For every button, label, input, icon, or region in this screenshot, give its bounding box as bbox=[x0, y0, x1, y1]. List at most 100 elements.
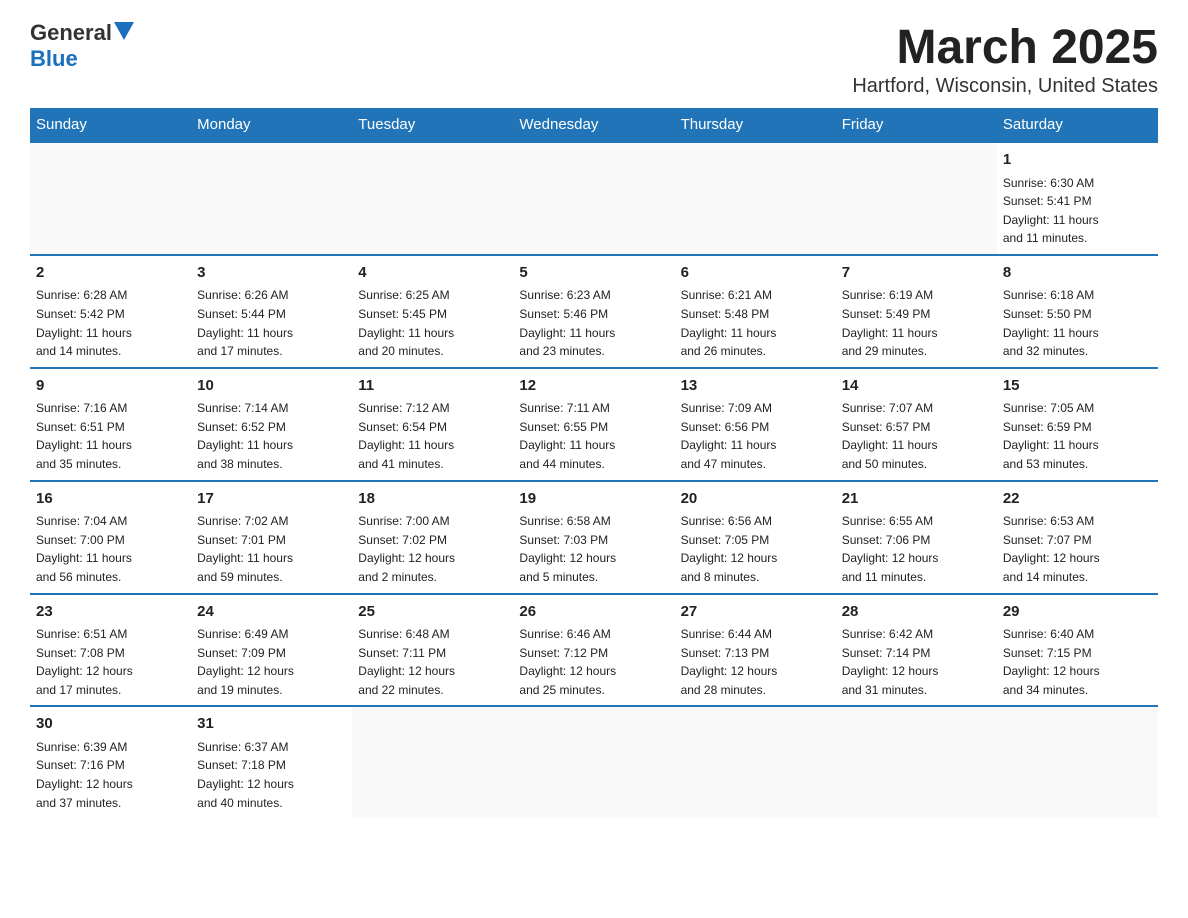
day-number: 10 bbox=[197, 375, 346, 398]
calendar-day-cell: 19Sunrise: 6:58 AMSunset: 7:03 PMDayligh… bbox=[513, 481, 674, 594]
day-info: Sunrise: 6:37 AMSunset: 7:18 PMDaylight:… bbox=[197, 738, 346, 812]
day-info: Sunrise: 6:53 AMSunset: 7:07 PMDaylight:… bbox=[1003, 512, 1152, 586]
day-number: 5 bbox=[519, 262, 668, 285]
calendar-day-cell: 11Sunrise: 7:12 AMSunset: 6:54 PMDayligh… bbox=[352, 368, 513, 481]
logo: General Blue bbox=[30, 20, 134, 72]
day-info: Sunrise: 7:02 AMSunset: 7:01 PMDaylight:… bbox=[197, 512, 346, 586]
calendar-day-cell: 2Sunrise: 6:28 AMSunset: 5:42 PMDaylight… bbox=[30, 255, 191, 368]
day-info: Sunrise: 7:14 AMSunset: 6:52 PMDaylight:… bbox=[197, 399, 346, 473]
calendar-week-row: 23Sunrise: 6:51 AMSunset: 7:08 PMDayligh… bbox=[30, 594, 1158, 707]
day-info: Sunrise: 6:23 AMSunset: 5:46 PMDaylight:… bbox=[519, 286, 668, 360]
day-of-week-header: Friday bbox=[836, 108, 997, 142]
day-of-week-header: Thursday bbox=[675, 108, 836, 142]
day-number: 16 bbox=[36, 488, 185, 511]
logo-general: General bbox=[30, 20, 112, 45]
day-info: Sunrise: 7:07 AMSunset: 6:57 PMDaylight:… bbox=[842, 399, 991, 473]
calendar-day-cell: 15Sunrise: 7:05 AMSunset: 6:59 PMDayligh… bbox=[997, 368, 1158, 481]
calendar-day-cell: 8Sunrise: 6:18 AMSunset: 5:50 PMDaylight… bbox=[997, 255, 1158, 368]
page-subtitle: Hartford, Wisconsin, United States bbox=[852, 75, 1158, 98]
day-number: 11 bbox=[358, 375, 507, 398]
day-info: Sunrise: 7:00 AMSunset: 7:02 PMDaylight:… bbox=[358, 512, 507, 586]
day-info: Sunrise: 6:30 AMSunset: 5:41 PMDaylight:… bbox=[1003, 174, 1152, 248]
calendar-day-cell: 21Sunrise: 6:55 AMSunset: 7:06 PMDayligh… bbox=[836, 481, 997, 594]
calendar-week-row: 30Sunrise: 6:39 AMSunset: 7:16 PMDayligh… bbox=[30, 706, 1158, 818]
calendar-day-cell: 4Sunrise: 6:25 AMSunset: 5:45 PMDaylight… bbox=[352, 255, 513, 368]
day-info: Sunrise: 7:04 AMSunset: 7:00 PMDaylight:… bbox=[36, 512, 185, 586]
calendar-day-cell: 29Sunrise: 6:40 AMSunset: 7:15 PMDayligh… bbox=[997, 594, 1158, 707]
day-number: 15 bbox=[1003, 375, 1152, 398]
day-number: 22 bbox=[1003, 488, 1152, 511]
calendar-week-row: 2Sunrise: 6:28 AMSunset: 5:42 PMDaylight… bbox=[30, 255, 1158, 368]
calendar-day-cell bbox=[513, 706, 674, 818]
day-number: 26 bbox=[519, 601, 668, 624]
calendar-day-cell: 9Sunrise: 7:16 AMSunset: 6:51 PMDaylight… bbox=[30, 368, 191, 481]
calendar-day-cell bbox=[997, 706, 1158, 818]
day-info: Sunrise: 6:49 AMSunset: 7:09 PMDaylight:… bbox=[197, 625, 346, 699]
day-number: 17 bbox=[197, 488, 346, 511]
calendar-day-cell: 30Sunrise: 6:39 AMSunset: 7:16 PMDayligh… bbox=[30, 706, 191, 818]
day-info: Sunrise: 6:21 AMSunset: 5:48 PMDaylight:… bbox=[681, 286, 830, 360]
calendar-body: 1Sunrise: 6:30 AMSunset: 5:41 PMDaylight… bbox=[30, 142, 1158, 818]
day-info: Sunrise: 7:05 AMSunset: 6:59 PMDaylight:… bbox=[1003, 399, 1152, 473]
calendar-day-cell bbox=[352, 142, 513, 255]
day-number: 4 bbox=[358, 262, 507, 285]
calendar-day-cell: 25Sunrise: 6:48 AMSunset: 7:11 PMDayligh… bbox=[352, 594, 513, 707]
day-info: Sunrise: 6:51 AMSunset: 7:08 PMDaylight:… bbox=[36, 625, 185, 699]
day-number: 14 bbox=[842, 375, 991, 398]
calendar-day-cell: 27Sunrise: 6:44 AMSunset: 7:13 PMDayligh… bbox=[675, 594, 836, 707]
calendar-day-cell bbox=[352, 706, 513, 818]
day-number: 3 bbox=[197, 262, 346, 285]
day-number: 28 bbox=[842, 601, 991, 624]
calendar-day-cell: 26Sunrise: 6:46 AMSunset: 7:12 PMDayligh… bbox=[513, 594, 674, 707]
day-number: 25 bbox=[358, 601, 507, 624]
calendar-week-row: 1Sunrise: 6:30 AMSunset: 5:41 PMDaylight… bbox=[30, 142, 1158, 255]
calendar-week-row: 16Sunrise: 7:04 AMSunset: 7:00 PMDayligh… bbox=[30, 481, 1158, 594]
day-info: Sunrise: 6:46 AMSunset: 7:12 PMDaylight:… bbox=[519, 625, 668, 699]
day-info: Sunrise: 6:55 AMSunset: 7:06 PMDaylight:… bbox=[842, 512, 991, 586]
day-info: Sunrise: 6:42 AMSunset: 7:14 PMDaylight:… bbox=[842, 625, 991, 699]
day-headers-row: SundayMondayTuesdayWednesdayThursdayFrid… bbox=[30, 108, 1158, 142]
day-of-week-header: Tuesday bbox=[352, 108, 513, 142]
calendar-day-cell: 10Sunrise: 7:14 AMSunset: 6:52 PMDayligh… bbox=[191, 368, 352, 481]
page-title: March 2025 bbox=[852, 20, 1158, 75]
day-number: 19 bbox=[519, 488, 668, 511]
day-info: Sunrise: 6:19 AMSunset: 5:49 PMDaylight:… bbox=[842, 286, 991, 360]
day-number: 8 bbox=[1003, 262, 1152, 285]
day-info: Sunrise: 6:18 AMSunset: 5:50 PMDaylight:… bbox=[1003, 286, 1152, 360]
day-of-week-header: Saturday bbox=[997, 108, 1158, 142]
calendar-day-cell bbox=[513, 142, 674, 255]
calendar-day-cell bbox=[30, 142, 191, 255]
day-info: Sunrise: 7:16 AMSunset: 6:51 PMDaylight:… bbox=[36, 399, 185, 473]
calendar-day-cell bbox=[836, 706, 997, 818]
day-number: 7 bbox=[842, 262, 991, 285]
calendar-day-cell: 28Sunrise: 6:42 AMSunset: 7:14 PMDayligh… bbox=[836, 594, 997, 707]
day-number: 29 bbox=[1003, 601, 1152, 624]
page-header: General Blue March 2025 Hartford, Wiscon… bbox=[30, 20, 1158, 98]
calendar-day-cell: 17Sunrise: 7:02 AMSunset: 7:01 PMDayligh… bbox=[191, 481, 352, 594]
calendar-day-cell bbox=[675, 142, 836, 255]
day-info: Sunrise: 6:26 AMSunset: 5:44 PMDaylight:… bbox=[197, 286, 346, 360]
calendar-header: SundayMondayTuesdayWednesdayThursdayFrid… bbox=[30, 108, 1158, 142]
day-info: Sunrise: 6:56 AMSunset: 7:05 PMDaylight:… bbox=[681, 512, 830, 586]
calendar-day-cell: 18Sunrise: 7:00 AMSunset: 7:02 PMDayligh… bbox=[352, 481, 513, 594]
calendar-day-cell: 6Sunrise: 6:21 AMSunset: 5:48 PMDaylight… bbox=[675, 255, 836, 368]
calendar-day-cell: 12Sunrise: 7:11 AMSunset: 6:55 PMDayligh… bbox=[513, 368, 674, 481]
day-number: 21 bbox=[842, 488, 991, 511]
calendar-day-cell: 3Sunrise: 6:26 AMSunset: 5:44 PMDaylight… bbox=[191, 255, 352, 368]
calendar-day-cell: 13Sunrise: 7:09 AMSunset: 6:56 PMDayligh… bbox=[675, 368, 836, 481]
calendar-day-cell: 20Sunrise: 6:56 AMSunset: 7:05 PMDayligh… bbox=[675, 481, 836, 594]
calendar-day-cell: 7Sunrise: 6:19 AMSunset: 5:49 PMDaylight… bbox=[836, 255, 997, 368]
day-info: Sunrise: 7:11 AMSunset: 6:55 PMDaylight:… bbox=[519, 399, 668, 473]
calendar-day-cell: 5Sunrise: 6:23 AMSunset: 5:46 PMDaylight… bbox=[513, 255, 674, 368]
day-number: 23 bbox=[36, 601, 185, 624]
day-info: Sunrise: 6:25 AMSunset: 5:45 PMDaylight:… bbox=[358, 286, 507, 360]
calendar-table: SundayMondayTuesdayWednesdayThursdayFrid… bbox=[30, 108, 1158, 818]
day-number: 9 bbox=[36, 375, 185, 398]
day-info: Sunrise: 6:48 AMSunset: 7:11 PMDaylight:… bbox=[358, 625, 507, 699]
day-of-week-header: Sunday bbox=[30, 108, 191, 142]
calendar-day-cell: 23Sunrise: 6:51 AMSunset: 7:08 PMDayligh… bbox=[30, 594, 191, 707]
calendar-day-cell: 14Sunrise: 7:07 AMSunset: 6:57 PMDayligh… bbox=[836, 368, 997, 481]
day-number: 27 bbox=[681, 601, 830, 624]
day-info: Sunrise: 6:44 AMSunset: 7:13 PMDaylight:… bbox=[681, 625, 830, 699]
day-number: 31 bbox=[197, 713, 346, 736]
